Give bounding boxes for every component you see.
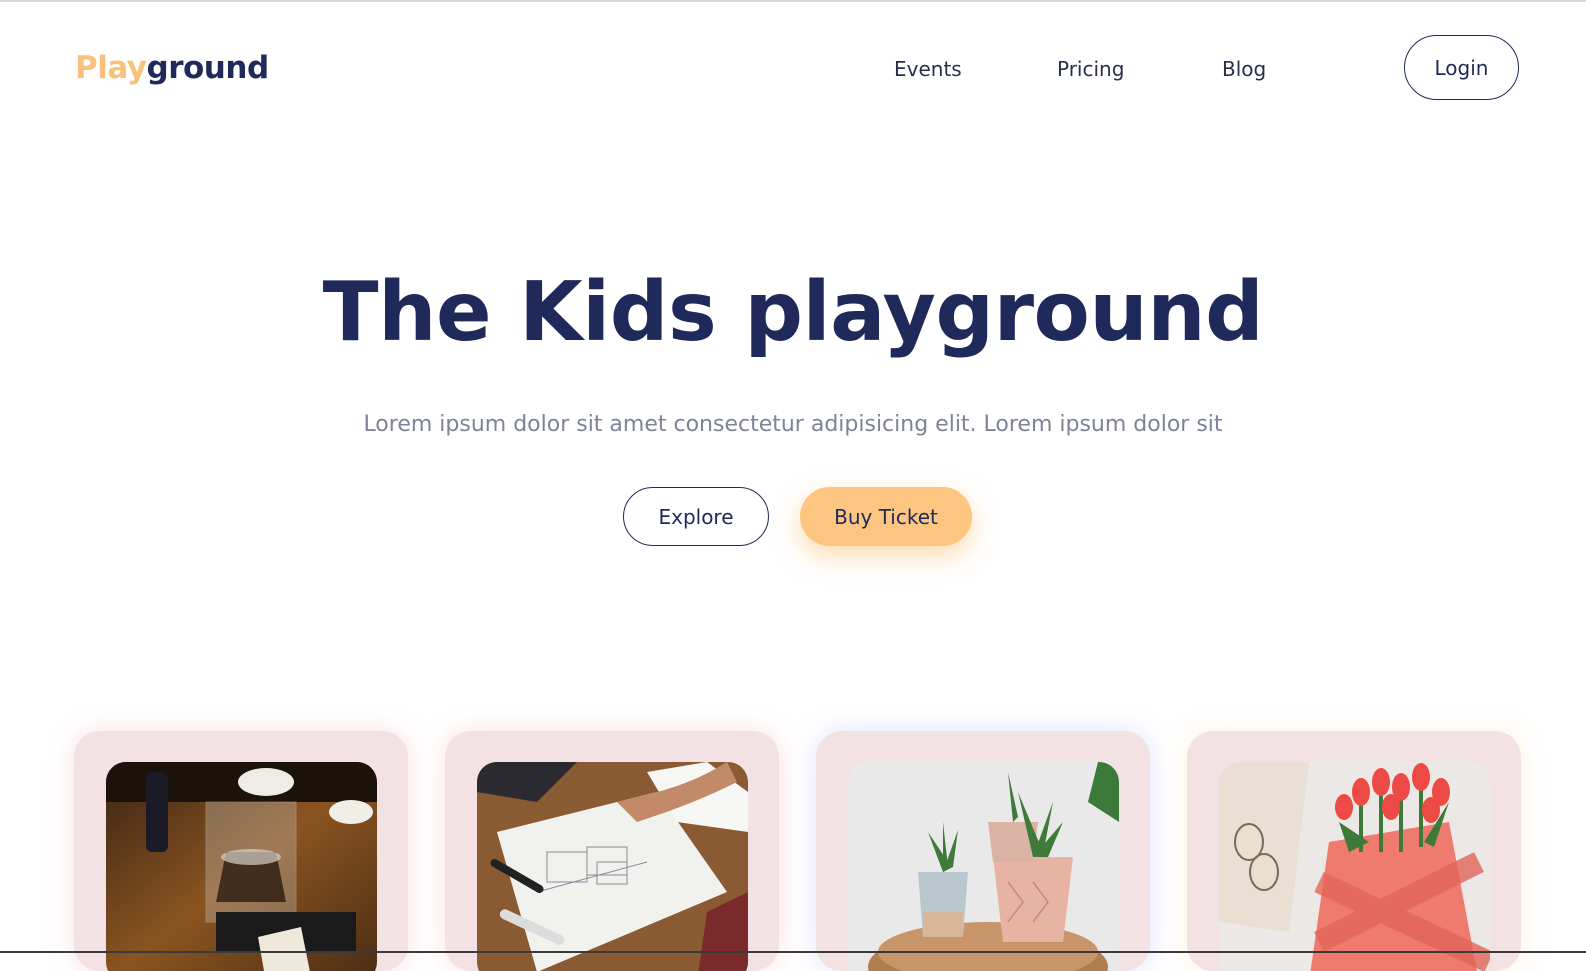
nav-events[interactable]: Events [894, 56, 962, 82]
card-tulips[interactable] [1187, 731, 1521, 971]
login-button[interactable]: Login [1404, 35, 1519, 100]
hero-title: The Kids playground [322, 265, 1264, 360]
card-plants[interactable] [816, 731, 1150, 971]
logo-play: Play [75, 50, 147, 86]
logo[interactable]: Playground [75, 48, 269, 88]
hero-subtitle: Lorem ipsum dolor sit amet consectetur a… [363, 412, 1223, 437]
nav-pricing[interactable]: Pricing [1057, 56, 1124, 82]
logo-ground: ground [146, 50, 270, 86]
explore-button[interactable]: Explore [623, 487, 769, 546]
nav-blog[interactable]: Blog [1222, 56, 1266, 82]
top-border [0, 0, 1586, 2]
buy-ticket-button[interactable]: Buy Ticket [800, 487, 972, 546]
potted-plants-photo [848, 762, 1119, 971]
tulips-in-knit-photo [1219, 762, 1490, 971]
coffee-brewing-photo [106, 762, 377, 971]
card-coffee[interactable] [74, 731, 408, 971]
architect-sketch-photo [477, 762, 748, 971]
card-architecture[interactable] [445, 731, 779, 971]
